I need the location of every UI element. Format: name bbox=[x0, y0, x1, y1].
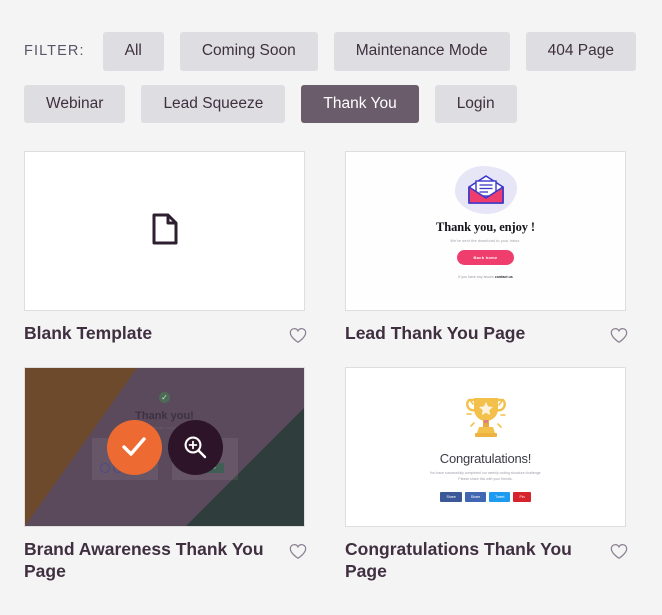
lead-preview-subtext: We've sent the download to your inbox. bbox=[450, 239, 521, 244]
filter-button-webinar[interactable]: Webinar bbox=[24, 84, 126, 124]
lead-preview-button: Back home bbox=[457, 250, 514, 266]
filter-label: FILTER: bbox=[24, 43, 85, 60]
document-icon bbox=[152, 213, 178, 250]
template-card-blank[interactable]: Blank Template bbox=[24, 151, 307, 349]
filter-button-404-page[interactable]: 404 Page bbox=[525, 32, 636, 71]
template-thumbnail-blank[interactable] bbox=[24, 151, 305, 312]
congratulations-preview: Congratulations! You have successfully c… bbox=[346, 368, 625, 527]
select-template-button[interactable] bbox=[106, 419, 162, 475]
lead-thank-you-preview: Thank you, enjoy ! We've sent the downlo… bbox=[346, 152, 625, 311]
congratulations-preview-subtext: You have successfully completed our week… bbox=[430, 471, 542, 483]
template-hover-actions bbox=[25, 368, 304, 526]
filter-bar: FILTER: All Coming Soon Maintenance Mode… bbox=[0, 0, 662, 124]
open-envelope-icon bbox=[454, 166, 517, 215]
template-title: Congratulations Thank You Page bbox=[345, 539, 572, 582]
lead-preview-footer-link: contact us bbox=[494, 275, 513, 280]
lead-preview-footer-text: If you have any issues bbox=[458, 275, 494, 280]
blank-preview bbox=[25, 152, 304, 310]
card-footer: Brand Awareness Thank You Page bbox=[24, 539, 307, 583]
congratulations-share-buttons: Share Share Tweet Pin bbox=[440, 492, 531, 503]
congratulations-subtext-line2: Please share this with your friends. bbox=[458, 477, 513, 482]
template-card-lead-thank-you[interactable]: Thank you, enjoy ! We've sent the downlo… bbox=[345, 151, 628, 349]
filter-button-maintenance-mode[interactable]: Maintenance Mode bbox=[333, 32, 510, 71]
filter-button-coming-soon[interactable]: Coming Soon bbox=[179, 32, 318, 71]
magnifier-plus-icon bbox=[184, 436, 207, 459]
card-footer: Congratulations Thank You Page bbox=[345, 539, 628, 583]
filter-button-all[interactable]: All bbox=[102, 32, 164, 71]
lead-preview-heading: Thank you, enjoy ! bbox=[436, 220, 535, 235]
heart-outline-icon[interactable] bbox=[610, 327, 628, 349]
preview-template-button[interactable] bbox=[167, 419, 223, 475]
template-thumbnail-lead-thank-you[interactable]: Thank you, enjoy ! We've sent the downlo… bbox=[345, 151, 626, 312]
share-button-twitter: Tweet bbox=[489, 492, 511, 503]
template-thumbnail-brand-awareness[interactable]: ✓ Thank you! Your message has been sent bbox=[24, 367, 305, 528]
share-button-pinterest: Pin bbox=[513, 492, 531, 503]
template-grid: Blank Template Thank you, enjoy ! We've … bbox=[0, 151, 662, 583]
filter-button-thank-you[interactable]: Thank You bbox=[301, 84, 419, 124]
template-title: Lead Thank You Page bbox=[345, 323, 526, 344]
filter-button-login[interactable]: Login bbox=[434, 84, 517, 124]
filter-button-lead-squeeze[interactable]: Lead Squeeze bbox=[141, 84, 286, 124]
share-button-messenger: Share bbox=[464, 492, 487, 503]
congratulations-preview-heading: Congratulations! bbox=[439, 451, 532, 467]
checkmark-icon bbox=[122, 437, 146, 456]
template-card-brand-awareness[interactable]: ✓ Thank you! Your message has been sent bbox=[24, 367, 307, 583]
template-card-congratulations[interactable]: Congratulations! You have successfully c… bbox=[345, 367, 628, 583]
template-title: Brand Awareness Thank You Page bbox=[24, 539, 264, 582]
share-button-facebook: Share bbox=[440, 492, 462, 503]
lead-preview-footer: If you have any issues contact us bbox=[458, 275, 513, 279]
template-title: Blank Template bbox=[24, 323, 153, 344]
card-footer: Blank Template bbox=[24, 323, 307, 349]
heart-outline-icon[interactable] bbox=[289, 543, 307, 565]
card-footer: Lead Thank You Page bbox=[345, 323, 628, 349]
template-thumbnail-congratulations[interactable]: Congratulations! You have successfully c… bbox=[345, 367, 626, 528]
trophy-icon bbox=[460, 390, 512, 447]
heart-outline-icon[interactable] bbox=[289, 327, 307, 349]
heart-outline-icon[interactable] bbox=[610, 543, 628, 565]
